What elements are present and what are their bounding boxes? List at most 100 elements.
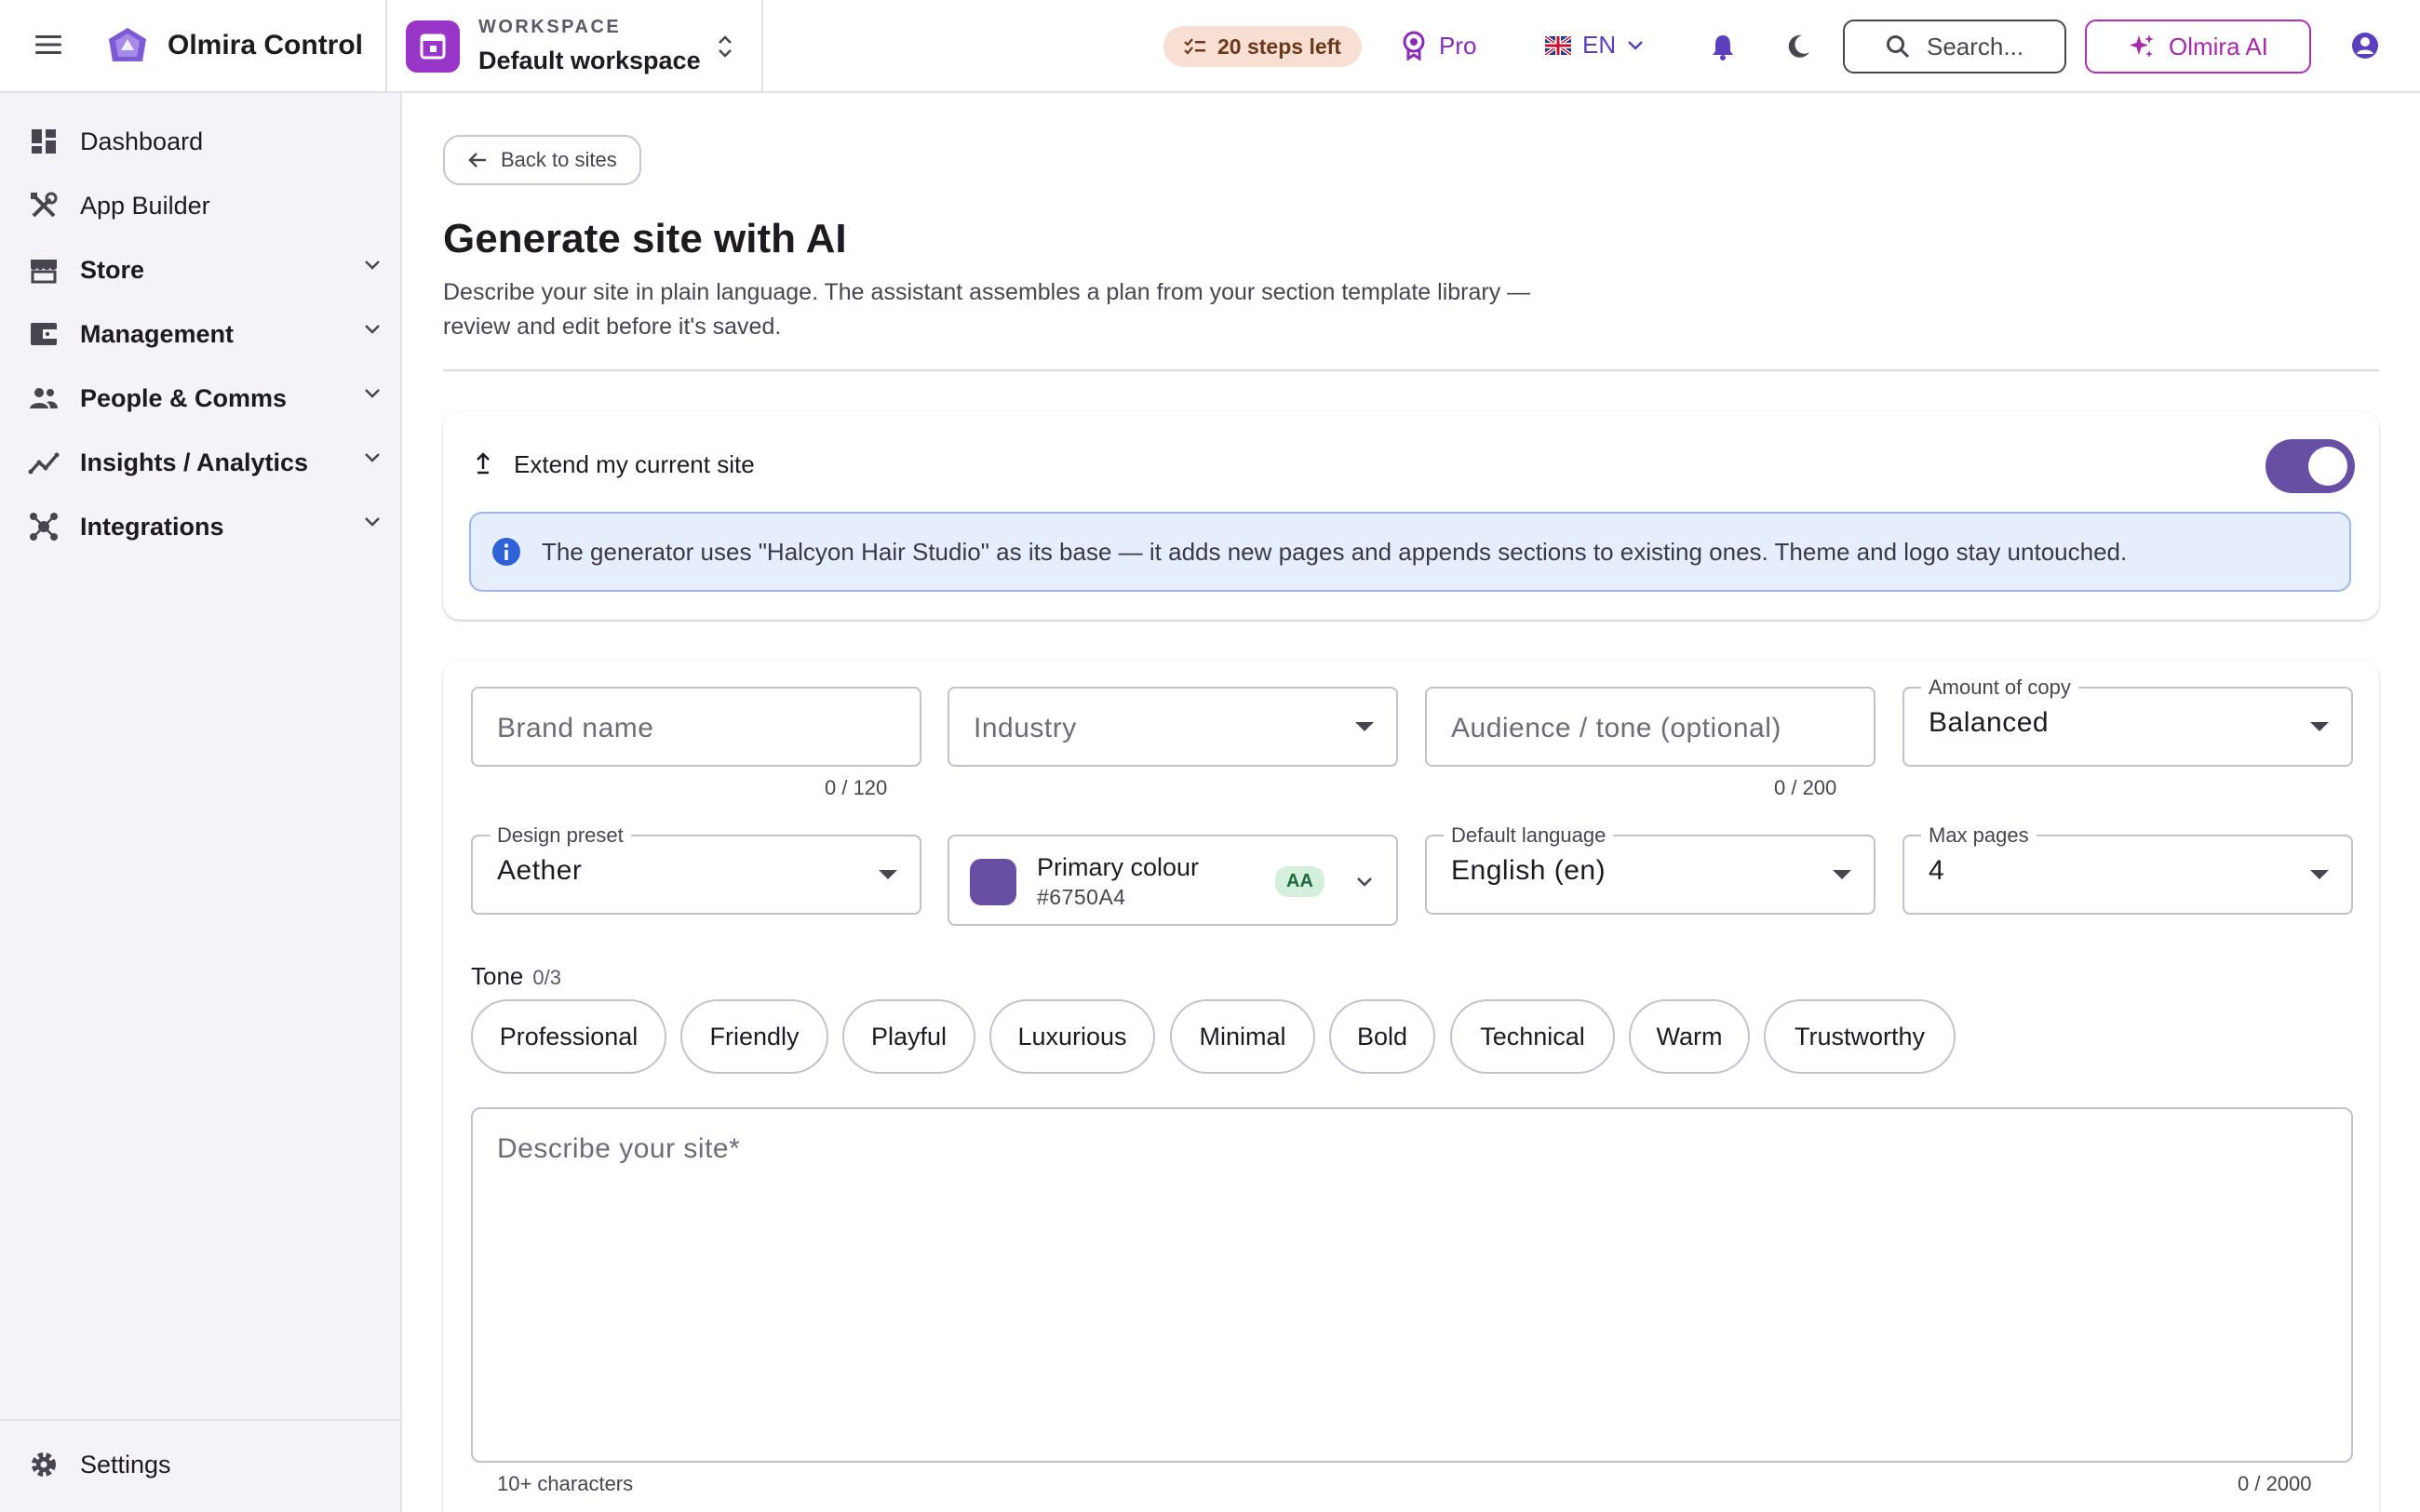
search-placeholder: Search...	[1927, 32, 2024, 60]
ai-assistant-button[interactable]: Olmira AI	[2085, 20, 2311, 74]
site-description-placeholder: Describe your site*	[497, 1133, 741, 1164]
primary-colour-picker[interactable]: Primary colour #6750A4 AA	[948, 835, 1398, 926]
tone-chip-luxurious[interactable]: Luxurious	[989, 999, 1155, 1074]
unfold-icon	[717, 33, 733, 60]
sidebar-item-people-comms[interactable]: People & Comms	[28, 370, 382, 426]
calendar-icon	[406, 20, 460, 73]
app-logo-icon	[106, 26, 149, 67]
sidebar-item-label: App Builder	[80, 191, 210, 220]
chevron-down-icon	[1355, 876, 1374, 889]
audience-counter: 0 / 200	[1774, 776, 1837, 799]
dark-mode-moon-icon[interactable]	[1785, 33, 1811, 60]
upload-arrow-icon	[475, 450, 491, 475]
contrast-badge: AA	[1275, 866, 1324, 897]
default-language-value: English (en)	[1451, 855, 1607, 886]
industry-select[interactable]: Industry	[948, 687, 1398, 767]
chevron-down-icon	[363, 515, 382, 529]
amount-of-copy-label: Amount of copy	[1921, 676, 2078, 700]
sidebar-item-integrations[interactable]: Integrations	[28, 499, 382, 555]
sidebar-item-label: Settings	[80, 1450, 171, 1479]
chevron-down-icon	[363, 259, 382, 272]
max-pages-value: 4	[1929, 855, 1945, 886]
toggle-knob	[2308, 447, 2347, 486]
extend-site-label: Extend my current site	[514, 450, 755, 478]
extend-site-toggle[interactable]	[2265, 439, 2355, 493]
brand-name-input[interactable]: Brand name	[471, 687, 921, 767]
plan-label: Pro	[1439, 31, 1477, 60]
tone-chip-warm[interactable]: Warm	[1629, 999, 1750, 1074]
top-bar: Olmira Control WORKSPACE Default workspa…	[0, 0, 2420, 93]
storefront-icon	[28, 254, 60, 286]
arrow-back-icon	[467, 151, 488, 169]
design-preset-label: Design preset	[490, 823, 631, 848]
primary-colour-hex: #6750A4	[1037, 885, 1126, 909]
sidebar-item-dashboard[interactable]: Dashboard	[28, 114, 382, 169]
tone-count: 0/3	[532, 966, 561, 989]
amount-of-copy-select[interactable]: Amount of copy Balanced	[1902, 676, 2353, 767]
account-icon[interactable]	[2351, 32, 2379, 60]
sidebar-item-management[interactable]: Management	[28, 306, 382, 362]
workspace-label: WORKSPACE	[478, 17, 622, 37]
hub-icon	[28, 511, 60, 542]
sidebar-item-app-builder[interactable]: App Builder	[28, 178, 382, 234]
info-icon	[491, 537, 521, 567]
steps-left-badge[interactable]: 20 steps left	[1163, 26, 1362, 67]
default-language-select[interactable]: Default language English (en)	[1425, 823, 1876, 915]
back-to-sites-button[interactable]: Back to sites	[443, 135, 641, 185]
primary-colour-label: Primary colour	[1037, 853, 1200, 881]
audience-placeholder: Audience / tone (optional)	[1451, 713, 1781, 743]
tone-chip-minimal[interactable]: Minimal	[1170, 999, 1315, 1074]
workspace-switcher[interactable]: WORKSPACE Default workspace	[385, 0, 761, 91]
tone-label: Tone	[471, 962, 524, 990]
language-selector[interactable]: EN	[1545, 31, 1644, 60]
page-description: Describe your site in plain language. Th…	[443, 279, 1531, 340]
language-code: EN	[1582, 31, 1617, 59]
back-label: Back to sites	[501, 148, 617, 171]
audience-tone-input[interactable]: Audience / tone (optional)	[1425, 687, 1876, 767]
colour-swatch	[970, 859, 1016, 905]
site-description-textarea[interactable]: Describe your site*	[471, 1107, 2353, 1463]
tone-chip-bold[interactable]: Bold	[1329, 999, 1435, 1074]
brand-name-counter: 0 / 120	[825, 776, 888, 799]
people-icon	[28, 382, 60, 414]
sidebar-divider	[0, 1419, 402, 1421]
tone-chip-trustworthy[interactable]: Trustworthy	[1764, 999, 1956, 1074]
tone-chip-friendly[interactable]: Friendly	[680, 999, 828, 1074]
sparkle-icon	[2128, 33, 2156, 60]
tone-chip-technical[interactable]: Technical	[1450, 999, 1615, 1074]
plan-badge[interactable]: Pro	[1402, 31, 1476, 60]
search-icon	[1886, 34, 1910, 59]
design-preset-value: Aether	[497, 855, 583, 886]
amount-of-copy-value: Balanced	[1929, 707, 2050, 738]
sidebar-item-label: Dashboard	[80, 127, 204, 155]
menu-icon[interactable]	[35, 33, 61, 56]
tone-chip-playful[interactable]: Playful	[842, 999, 975, 1074]
extend-site-card: Extend my current site The generator use…	[443, 411, 2379, 620]
tone-heading: Tone 0/3	[471, 962, 561, 991]
design-preset-select[interactable]: Design preset Aether	[471, 823, 921, 915]
sidebar: Dashboard App Builder Store Management P…	[0, 93, 402, 1512]
dropdown-arrow-icon	[2310, 870, 2329, 879]
sidebar-item-store[interactable]: Store	[28, 242, 382, 298]
notifications-bell-icon[interactable]	[1711, 33, 1735, 61]
build-tools-icon	[28, 190, 60, 221]
sidebar-item-settings[interactable]: Settings	[28, 1437, 382, 1492]
app-title: Olmira Control	[168, 30, 364, 60]
ai-button-label: Olmira AI	[2169, 32, 2268, 60]
search-button[interactable]: Search...	[1843, 20, 2067, 74]
sidebar-item-insights-analytics[interactable]: Insights / Analytics	[28, 435, 382, 490]
industry-placeholder: Industry	[974, 713, 1077, 743]
page-title: Generate site with AI	[443, 216, 847, 261]
brand-name-placeholder: Brand name	[497, 713, 654, 743]
section-divider	[443, 369, 2379, 371]
sidebar-item-label: Insights / Analytics	[80, 448, 309, 476]
uk-flag-icon	[1545, 35, 1571, 55]
max-pages-select[interactable]: Max pages 4	[1902, 823, 2353, 915]
sidebar-item-label: People & Comms	[80, 383, 288, 412]
tone-chip-professional[interactable]: Professional	[471, 999, 666, 1074]
dropdown-arrow-icon	[1833, 870, 1851, 879]
chevron-down-icon	[363, 387, 382, 400]
dropdown-arrow-icon	[2310, 722, 2329, 731]
info-alert: The generator uses "Halcyon Hair Studio"…	[469, 512, 2351, 592]
chevron-down-icon	[363, 323, 382, 336]
